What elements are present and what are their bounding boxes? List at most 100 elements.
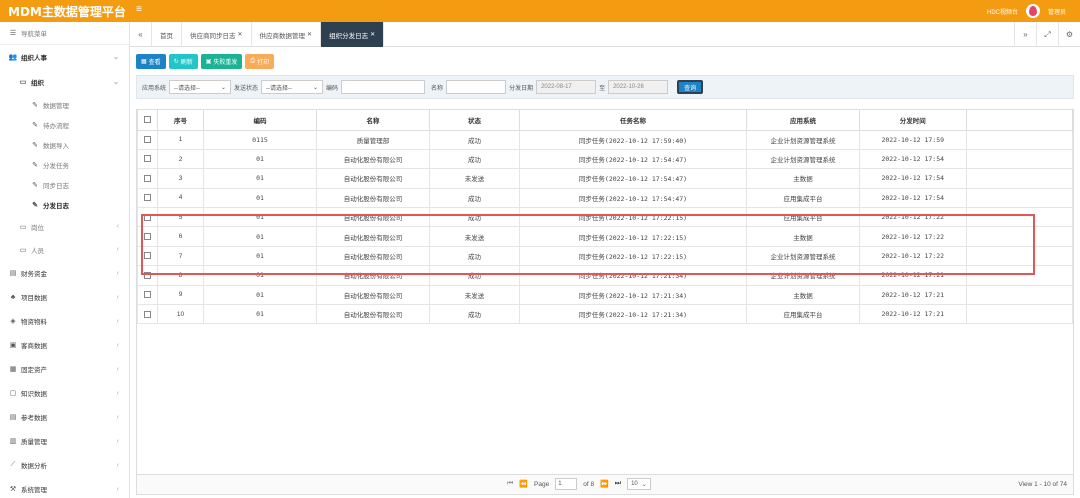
sidebar-group-item[interactable]: ▥ 质量管理 ‹ — [0, 429, 129, 453]
column-header[interactable]: 分发时间 — [859, 110, 967, 131]
sidebar-leaf-item[interactable]: ✎ 分发日志 — [0, 195, 129, 215]
pager: ⏮ ⏪ Page 1 of 8 ⏩ ⏭ 10 ⌄ View 1 - 10 of … — [137, 474, 1073, 494]
sidebar-leaf-item[interactable]: ✎ 数据管理 — [0, 95, 129, 115]
select-all-checkbox[interactable] — [144, 116, 151, 124]
chart-icon: ⟋ — [10, 461, 16, 468]
row-checkbox[interactable] — [144, 310, 151, 318]
gear-icon[interactable]: ⚙ — [1058, 22, 1080, 47]
row-checkbox[interactable] — [144, 174, 151, 182]
row-checkbox[interactable] — [144, 271, 151, 279]
search-button[interactable]: 查询 — [677, 80, 704, 94]
tab-item[interactable]: 供应商同步日志 ✕ — [182, 22, 252, 47]
row-checkbox[interactable] — [144, 252, 151, 260]
refresh-button[interactable]: ↻ 刷新 — [168, 54, 198, 69]
user-name[interactable]: 管理员 — [1048, 7, 1066, 16]
column-header[interactable]: 编码 — [203, 110, 317, 131]
row-checkbox[interactable] — [144, 233, 151, 241]
tab-item[interactable]: 组织分发日志 ✕ — [321, 22, 385, 47]
row-checkbox[interactable] — [144, 291, 151, 299]
row-checkbox[interactable] — [144, 136, 151, 144]
next-page-icon[interactable]: ⏩ — [600, 480, 609, 488]
column-header[interactable]: 状态 — [429, 110, 520, 131]
table-row[interactable]: 4 01 自动化股份有限公司 成功 同步任务(2022-10-12 17:54:47) 应… — [137, 187, 1073, 209]
sidebar-group-item[interactable]: ⟋ 数据分析 ‹ — [0, 453, 129, 477]
table-row[interactable]: 3 01 自动化股份有限公司 未发送 同步任务(2022-10-12 17:54:47)… — [137, 168, 1073, 189]
page-edit-icon: ✎ — [32, 102, 38, 109]
tab-label: 供应商同步日志 — [190, 32, 236, 40]
sidebar-leaf-item[interactable]: ✎ 待办流程 — [0, 115, 129, 135]
tab-scroll-left-icon[interactable]: « — [130, 22, 152, 47]
close-icon[interactable]: ✕ — [238, 31, 243, 38]
sidebar-group-item[interactable]: ▤ 参考数据 ‹ — [0, 405, 129, 429]
name-input[interactable] — [446, 80, 507, 94]
row-checkbox[interactable] — [144, 194, 151, 202]
cell-system: 应用集成平台 — [746, 304, 860, 325]
sidebar-sub-post[interactable]: ▭ 岗位 ‹ — [0, 215, 129, 238]
sidebar-sub-person[interactable]: ▭ 人员 ‹ — [0, 238, 129, 261]
date-from-input[interactable]: 2022-08-17 — [536, 80, 597, 94]
fail-resend-button[interactable]: ▣ 失败重发 — [200, 54, 243, 69]
code-input[interactable] — [341, 80, 426, 94]
sidebar-group-label: 质量管理 — [21, 439, 47, 446]
sidebar-group-item[interactable]: ◈ 物资物料 ‹ — [0, 309, 129, 333]
sidebar-group-item[interactable]: ▦ 固定资产 ‹ — [0, 357, 129, 381]
page-size-select[interactable]: 10 ⌄ — [627, 478, 651, 490]
org-name[interactable]: HDC视频台 — [987, 7, 1018, 16]
table-row[interactable]: 8 01 自动化股份有限公司 成功 同步任务(2022-10-12 17:21:34) 企… — [137, 265, 1073, 286]
table-row[interactable]: 10 01 自动化股份有限公司 成功 同步任务(2022-10-12 17:21:34)… — [137, 304, 1073, 325]
view-button[interactable]: ▦ 查看 — [136, 54, 166, 69]
sidebar-leaf-item[interactable]: ✎ 数据导入 — [0, 135, 129, 155]
app-system-select[interactable]: --请选择-- ⌄ — [169, 80, 232, 94]
sidebar-group-item[interactable]: ⚒ 系统管理 ‹ — [0, 477, 129, 498]
chevron-down-icon: ⌄ — [641, 481, 647, 488]
print-button[interactable]: ⎙ 打印 — [245, 54, 275, 69]
table-row[interactable]: 7 01 自动化股份有限公司 成功 同步任务(2022-10-12 17:22:15) 企… — [137, 245, 1073, 267]
first-page-icon[interactable]: ⏮ — [507, 480, 513, 488]
avatar[interactable] — [1025, 4, 1040, 18]
row-checkbox[interactable] — [144, 213, 151, 221]
table-row[interactable]: 9 01 自动化股份有限公司 未发送 同步任务(2022-10-12 17:21:34)… — [137, 284, 1073, 306]
cell-no: 6 — [157, 226, 204, 247]
page-edit-icon: ✎ — [32, 202, 38, 209]
table-row[interactable]: 6 01 自动化股份有限公司 未发送 同步任务(2022-10-12 17:22:15)… — [137, 226, 1073, 247]
prev-page-icon[interactable]: ⏪ — [519, 480, 528, 488]
menu-toggle-icon[interactable]: ≡ — [136, 4, 142, 15]
row-checkbox[interactable] — [144, 155, 151, 163]
fullscreen-icon[interactable]: ⤢ — [1036, 22, 1058, 47]
page-input[interactable]: 1 — [555, 478, 578, 490]
sidebar-leaf-item[interactable]: ✎ 同步日志 — [0, 175, 129, 195]
last-page-icon[interactable]: ⏭ — [615, 480, 621, 488]
sidebar-group-item[interactable]: ♣ 项目数据 ‹ — [0, 285, 129, 309]
cell-time: 2022-10-12 17:22 — [859, 245, 967, 267]
tab-item[interactable]: 供应商数据管理 ✕ — [252, 22, 322, 47]
tab-label: 首页 — [160, 32, 173, 40]
cell-status: 未发送 — [429, 284, 520, 306]
sidebar-sub-org[interactable]: ▭ 组织 ⌄ — [0, 69, 129, 95]
column-header[interactable]: 应用系统 — [746, 110, 860, 131]
column-header[interactable]: 名称 — [316, 110, 430, 131]
send-status-select[interactable]: --请选择-- ⌄ — [261, 80, 324, 94]
close-icon[interactable]: ✕ — [370, 31, 375, 38]
table-row[interactable]: 2 01 自动化股份有限公司 成功 同步任务(2022-10-12 17:54:47) 企… — [137, 148, 1073, 170]
column-header[interactable]: 任务名称 — [519, 110, 747, 131]
tab-item[interactable]: 首页 — [152, 22, 182, 47]
date-to-input[interactable]: 2022-10-26 — [608, 80, 669, 94]
main-content: ▦ 查看 ↻ 刷新 ▣ 失败重发 ⎙ 打印 应用系统 --请选择-- ⌄ 发送状… — [130, 48, 1080, 498]
cell-no: 1 — [157, 129, 204, 150]
sidebar-group-label: 项目数据 — [21, 295, 47, 302]
asset-icon: ▦ — [9, 366, 17, 373]
print-button-label: 打印 — [257, 60, 270, 66]
sidebar-group-item[interactable]: ▤ 财务资金 ‹ — [0, 261, 129, 285]
table-row[interactable]: 1 0115 质量管理部 成功 同步任务(2022-10-12 17:59:40) 企业计… — [137, 129, 1073, 150]
cell-no: 3 — [157, 168, 204, 189]
tab-scroll-right-icon[interactable]: » — [1014, 22, 1036, 47]
column-header[interactable]: 序号 — [157, 110, 204, 131]
sidebar-group-item[interactable]: ▣ 客商数据 ‹ — [0, 333, 129, 357]
date-label: 分发日期 — [509, 85, 534, 92]
close-icon[interactable]: ✕ — [307, 31, 312, 38]
sidebar-group-org-personnel[interactable]: 👥 组织人事 ⌄ — [0, 45, 129, 69]
app-system-value: --请选择-- — [174, 85, 201, 92]
sidebar-group-item[interactable]: ▢ 知识数据 ‹ — [0, 381, 129, 405]
sidebar-leaf-item[interactable]: ✎ 分发任务 — [0, 155, 129, 175]
table-row[interactable]: 5 01 自动化股份有限公司 成功 同步任务(2022-10-12 17:22:15) 应… — [137, 207, 1073, 228]
